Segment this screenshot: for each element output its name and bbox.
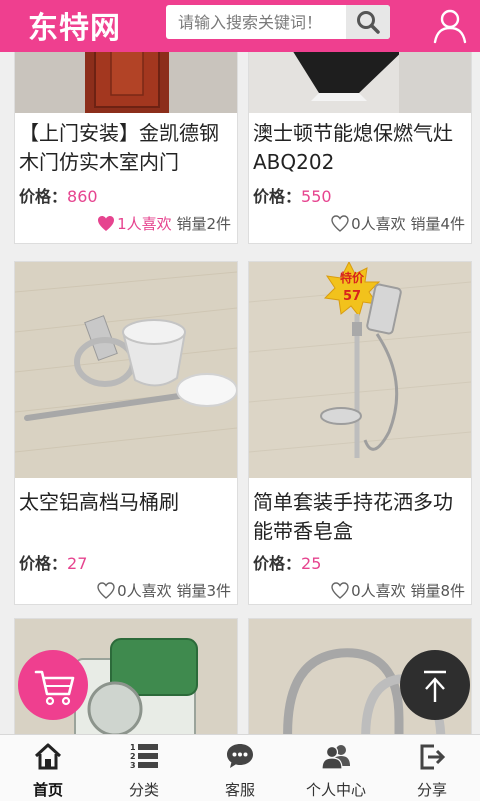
like-count: 0人喜欢 bbox=[351, 582, 406, 600]
search-input[interactable] bbox=[166, 5, 350, 39]
svg-text:2: 2 bbox=[130, 752, 136, 761]
price-value: 860 bbox=[67, 187, 98, 206]
product-image[interactable] bbox=[15, 52, 237, 113]
search-icon bbox=[357, 11, 380, 34]
tab-label: 分类 bbox=[128, 781, 159, 799]
product-stats: 0人喜欢 销量3件 bbox=[97, 580, 231, 601]
sales-count: 销量8件 bbox=[410, 582, 465, 600]
cart-icon bbox=[34, 670, 75, 706]
product-title[interactable]: 【上门安装】金凯德钢木门仿实木室内门 bbox=[19, 119, 235, 177]
tab-category[interactable]: 1 2 3 分类 bbox=[96, 735, 192, 801]
header-bar: 东特网 bbox=[0, 0, 480, 52]
cart-button[interactable] bbox=[18, 650, 88, 720]
price-label: 价格： bbox=[19, 187, 68, 206]
sticker-number: 57 bbox=[343, 289, 361, 304]
arrow-up-icon bbox=[424, 670, 446, 702]
tab-label: 首页 bbox=[32, 781, 63, 799]
home-icon bbox=[34, 743, 62, 770]
product-card[interactable]: 澳士顿节能熄保燃气灶ABQ202 价格：550 0人喜欢 销量4件 bbox=[248, 52, 472, 244]
product-title[interactable]: 太空铝高档马桶刷 bbox=[19, 488, 235, 517]
product-stats: 0人喜欢 销量4件 bbox=[331, 213, 465, 234]
price-label: 价格： bbox=[253, 554, 302, 573]
sales-count: 销量4件 bbox=[410, 215, 465, 233]
share-icon bbox=[420, 744, 446, 770]
users-icon bbox=[321, 745, 350, 770]
product-title[interactable]: 澳士顿节能熄保燃气灶ABQ202 bbox=[253, 119, 469, 177]
product-price: 价格：25 bbox=[253, 550, 321, 574]
product-stats: 1人喜欢 销量2件 bbox=[97, 213, 231, 234]
product-card[interactable]: 【上门安装】金凯德钢木门仿实木室内门 价格：860 1人喜欢 销量2件 bbox=[14, 52, 238, 244]
back-to-top-button[interactable] bbox=[400, 650, 470, 720]
heart-outline-icon[interactable] bbox=[331, 215, 349, 232]
tab-home[interactable]: 首页 bbox=[0, 735, 96, 801]
tab-share[interactable]: 分享 bbox=[384, 735, 480, 801]
chat-icon bbox=[227, 744, 253, 768]
product-card[interactable]: 太空铝高档马桶刷 价格：27 0人喜欢 销量3件 bbox=[14, 261, 238, 605]
like-count: 0人喜欢 bbox=[117, 582, 172, 600]
price-value: 27 bbox=[67, 554, 88, 573]
tab-profile[interactable]: 个人中心 bbox=[288, 735, 384, 801]
product-image[interactable]: 特价 57 bbox=[249, 262, 471, 478]
bottom-tab-bar: 首页 1 2 3 分类 客服 个人中心 分享 bbox=[0, 734, 480, 801]
heart-filled-icon[interactable] bbox=[97, 215, 115, 232]
tab-label: 个人中心 bbox=[305, 781, 366, 799]
user-button[interactable] bbox=[428, 6, 472, 46]
sales-count: 销量2件 bbox=[176, 215, 231, 233]
product-stats: 0人喜欢 销量8件 bbox=[331, 580, 465, 601]
product-price: 价格：27 bbox=[19, 550, 87, 574]
product-price: 价格：550 bbox=[253, 183, 332, 207]
tab-label: 客服 bbox=[224, 781, 255, 799]
product-title[interactable]: 简单套装手持花洒多功能带香皂盒 bbox=[253, 488, 469, 546]
price-label: 价格： bbox=[253, 187, 302, 206]
tab-service[interactable]: 客服 bbox=[192, 735, 288, 801]
product-price: 价格：860 bbox=[19, 183, 98, 207]
svg-text:3: 3 bbox=[130, 761, 136, 770]
sticker-text: 特价 bbox=[340, 270, 365, 285]
product-image[interactable] bbox=[249, 52, 471, 113]
search-button[interactable] bbox=[346, 5, 390, 39]
tab-label: 分享 bbox=[416, 781, 447, 799]
sales-count: 销量3件 bbox=[176, 582, 231, 600]
like-count: 0人喜欢 bbox=[351, 215, 406, 233]
user-icon bbox=[433, 9, 467, 44]
product-grid: 【上门安装】金凯德钢木门仿实木室内门 价格：860 1人喜欢 销量2件 澳士顿节… bbox=[0, 52, 480, 734]
list-icon: 1 2 3 bbox=[130, 743, 158, 770]
price-value: 550 bbox=[301, 187, 332, 206]
price-label: 价格： bbox=[19, 554, 68, 573]
like-count: 1人喜欢 bbox=[117, 215, 172, 233]
price-value: 25 bbox=[301, 554, 322, 573]
heart-outline-icon[interactable] bbox=[97, 582, 115, 599]
site-logo[interactable]: 东特网 bbox=[28, 3, 121, 47]
product-card[interactable]: 特价 57 简单套装手持花洒多功能带香皂盒 价格：25 0人喜欢 销量8件 bbox=[248, 261, 472, 605]
product-image[interactable] bbox=[15, 262, 237, 478]
search-box bbox=[166, 5, 390, 39]
svg-text:1: 1 bbox=[130, 743, 136, 752]
heart-outline-icon[interactable] bbox=[331, 582, 349, 599]
